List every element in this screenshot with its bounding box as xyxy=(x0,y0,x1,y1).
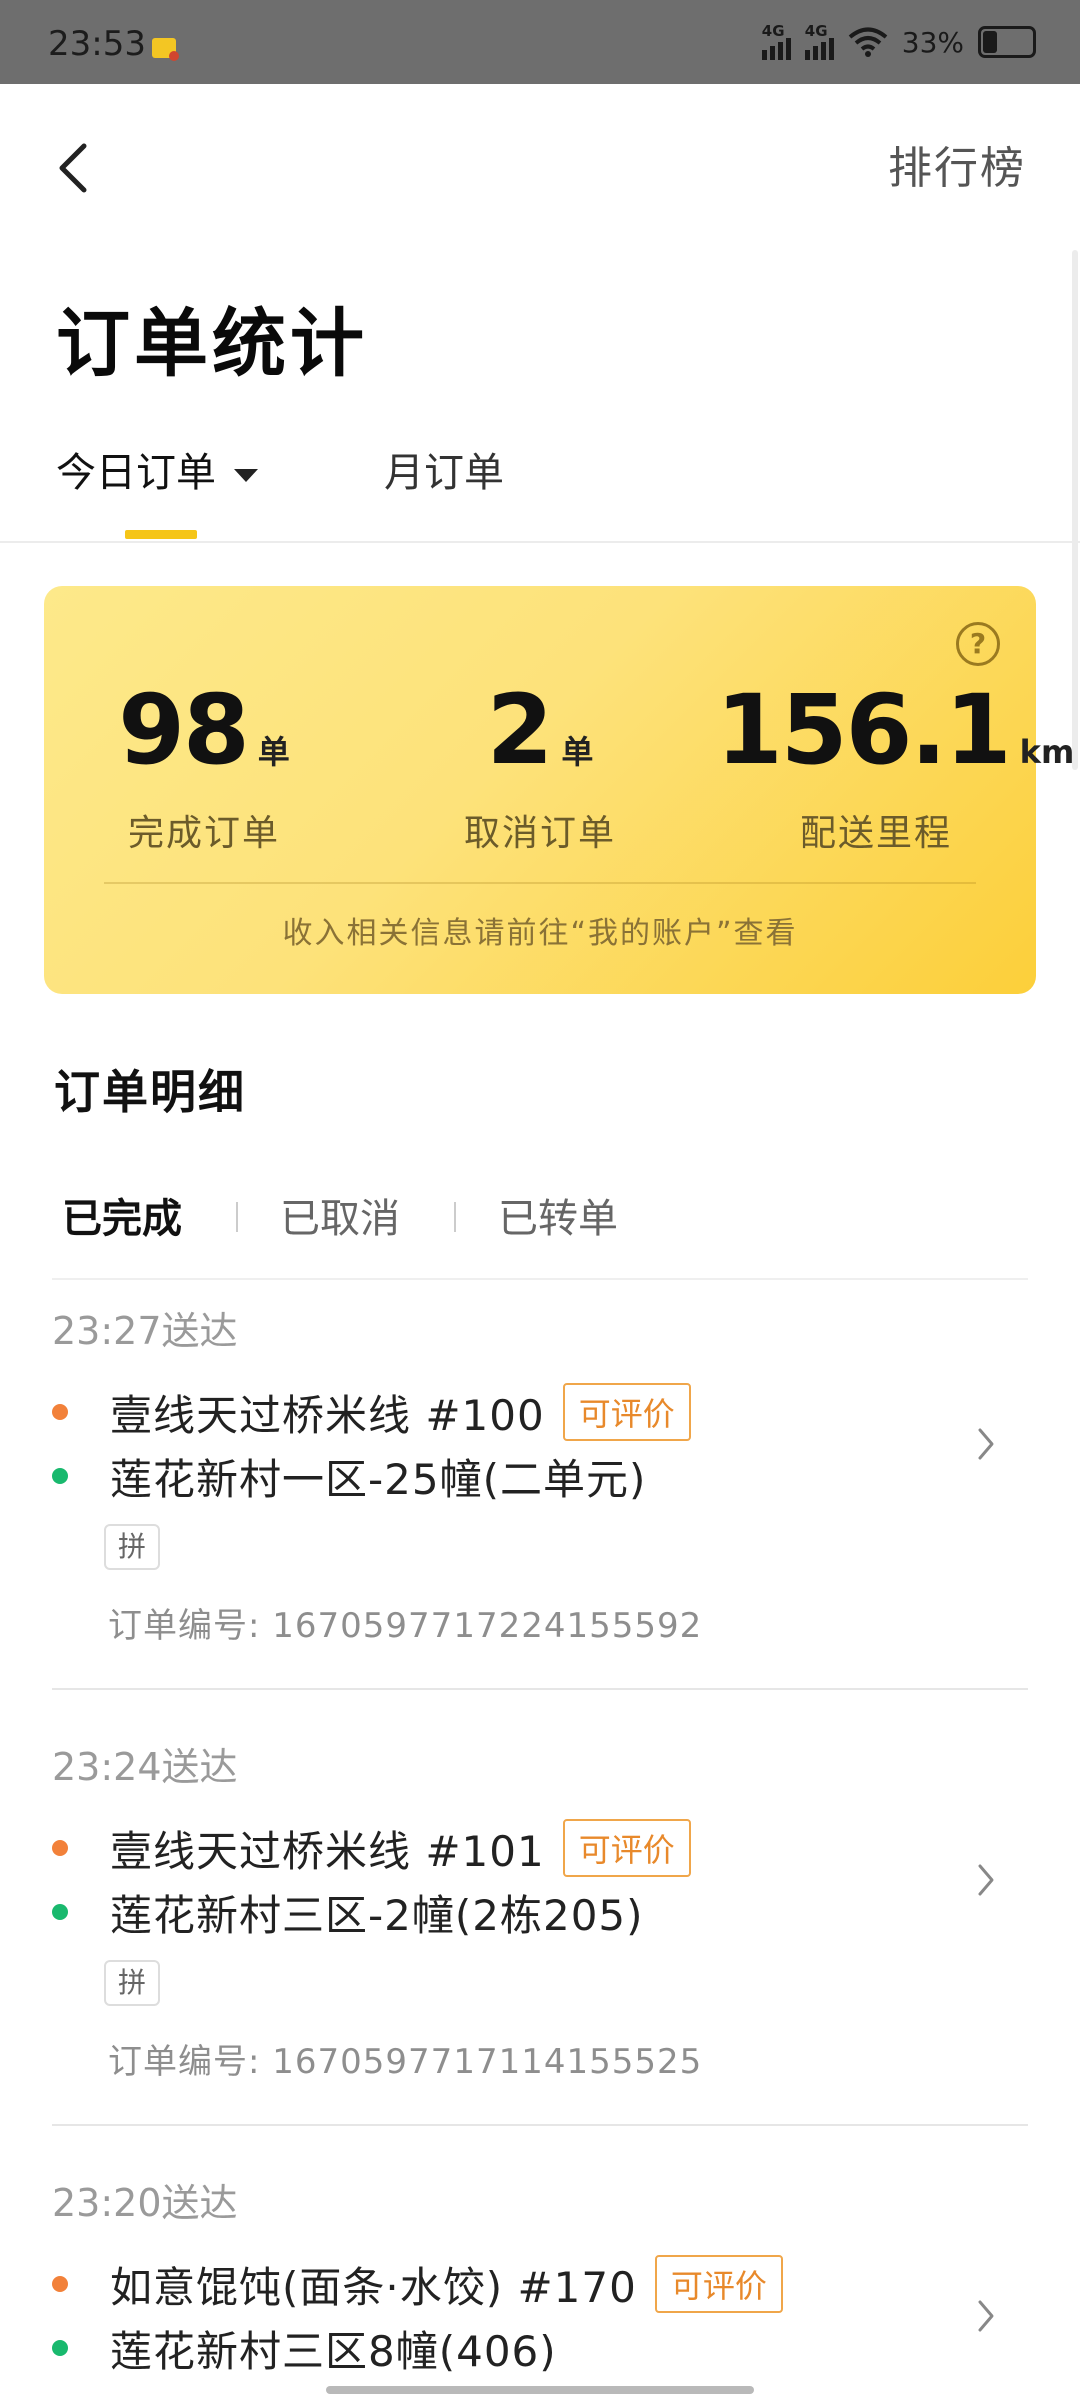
order-item[interactable]: 23:20送达 如意馄饨(面条·水饺) #170 可评价 莲花新村三区8幢(40… xyxy=(0,2152,1080,2400)
status-bar: 23:53 4G 4G 33% xyxy=(0,0,1080,84)
delivery-address: 莲花新村三区-2幢(2栋205) xyxy=(110,1890,644,1940)
shop-name: 如意馄饨(面条·水饺) #170 xyxy=(110,2262,637,2312)
pickup-dot-icon xyxy=(52,2276,68,2292)
card-divider xyxy=(104,882,976,884)
order-delivered-time: 23:27送达 xyxy=(52,1309,238,1353)
order-shop-line: 壹线天过桥米线 #100 可评价 xyxy=(52,1383,691,1441)
chevron-right-icon[interactable] xyxy=(976,1862,996,1898)
subtab-separator xyxy=(454,1202,456,1232)
order-shop-line: 如意馄饨(面条·水饺) #170 可评价 xyxy=(52,2255,783,2313)
cancelled-unit: 单 xyxy=(561,733,594,771)
status-time: 23:53 xyxy=(48,24,146,64)
delivery-address: 莲花新村三区8幢(406) xyxy=(110,2326,557,2376)
order-divider xyxy=(52,2124,1028,2126)
status-right: 4G 4G 33% xyxy=(761,22,1036,62)
subtab-cancelled[interactable]: 已取消 xyxy=(280,1186,400,1244)
back-chevron-icon[interactable] xyxy=(52,138,96,198)
help-icon[interactable]: ? xyxy=(956,622,1000,666)
order-item[interactable]: 23:24送达 壹线天过桥米线 #101 可评价 莲花新村三区-2幢(2栋205… xyxy=(0,1716,1080,2126)
order-delivered-time: 23:20送达 xyxy=(52,2181,238,2225)
signal-icon-2: 4G xyxy=(804,22,834,60)
dropoff-dot-icon xyxy=(52,1468,68,1484)
order-address-line: 莲花新村三区-2幢(2栋205) xyxy=(52,1884,644,1940)
shop-name: 壹线天过桥米线 #101 xyxy=(110,1826,545,1876)
delivery-address: 莲花新村一区-25幢(二单元) xyxy=(110,1454,647,1504)
dropoff-dot-icon xyxy=(52,1904,68,1920)
divider xyxy=(0,541,1080,543)
stat-distance: 156.1 km 配送里程 xyxy=(716,674,1074,856)
chevron-right-icon[interactable] xyxy=(976,2298,996,2334)
tab-today-label: 今日订单 xyxy=(56,450,216,496)
order-address-line: 莲花新村三区8幢(406) xyxy=(52,2320,557,2376)
distance-value: 156.1 xyxy=(716,674,1012,786)
order-shop-line: 壹线天过桥米线 #101 可评价 xyxy=(52,1819,691,1877)
battery-icon xyxy=(978,26,1036,58)
rate-badge[interactable]: 可评价 xyxy=(654,2255,783,2313)
income-note: 收入相关信息请前往“我的账户”查看 xyxy=(282,916,798,951)
scrollbar xyxy=(1072,250,1078,770)
order-number: 订单编号: 1670597717224155592 xyxy=(108,1606,703,1646)
tab-month[interactable]: 月订单 xyxy=(384,440,504,498)
order-address-line: 莲花新村一区-25幢(二单元) xyxy=(52,1448,646,1504)
summary-card: ? 98 单 完成订单 2单 取消订单 156.1 km 配送里程 收入相关信息请前… xyxy=(44,586,1074,994)
order-delivered-time: 23:24送达 xyxy=(52,1745,238,1789)
rate-badge[interactable]: 可评价 xyxy=(562,1383,691,1441)
distance-label: 配送里程 xyxy=(799,813,952,854)
distance-unit: km xyxy=(1019,733,1075,771)
shop-name: 壹线天过桥米线 #100 xyxy=(110,1390,545,1440)
app-notification-icon xyxy=(152,38,179,61)
subtab-completed[interactable]: 已完成 xyxy=(62,1186,182,1244)
order-divider xyxy=(52,1688,1028,1690)
dropdown-caret-icon xyxy=(234,468,258,482)
pickup-dot-icon xyxy=(52,1404,68,1420)
ranking-link[interactable]: 排行榜 xyxy=(888,132,1026,196)
completed-unit: 单 xyxy=(257,733,290,771)
order-number: 订单编号: 1670597717114155525 xyxy=(108,2042,703,2082)
stat-cancelled: 2单 取消订单 xyxy=(380,674,700,856)
home-indicator[interactable] xyxy=(326,2386,754,2394)
active-tab-indicator xyxy=(125,530,197,539)
rate-badge[interactable]: 可评价 xyxy=(562,1819,691,1877)
details-title: 订单明细 xyxy=(54,1065,246,1119)
battery-percent: 33% xyxy=(901,25,964,59)
order-item[interactable]: 23:27送达 壹线天过桥米线 #100 可评价 莲花新村一区-25幢(二单元)… xyxy=(0,1280,1080,1690)
signal-icon: 4G xyxy=(761,22,791,60)
completed-label: 完成订单 xyxy=(127,813,280,854)
wifi-icon xyxy=(848,27,888,57)
group-tag: 拼 xyxy=(104,1524,160,1570)
subtab-separator xyxy=(236,1202,238,1232)
pickup-dot-icon xyxy=(52,1840,68,1856)
page-title: 订单统计 xyxy=(56,301,368,387)
cancelled-value: 2 xyxy=(486,674,554,786)
cancelled-label: 取消订单 xyxy=(463,813,616,854)
completed-value: 98 xyxy=(118,674,250,786)
chevron-right-icon[interactable] xyxy=(976,1426,996,1462)
group-tag: 拼 xyxy=(104,1960,160,2006)
dropoff-dot-icon xyxy=(52,2340,68,2356)
subtab-transferred[interactable]: 已转单 xyxy=(498,1186,618,1244)
tab-today[interactable]: 今日订单 xyxy=(56,440,258,498)
stat-completed: 98 单 完成订单 xyxy=(44,674,364,856)
